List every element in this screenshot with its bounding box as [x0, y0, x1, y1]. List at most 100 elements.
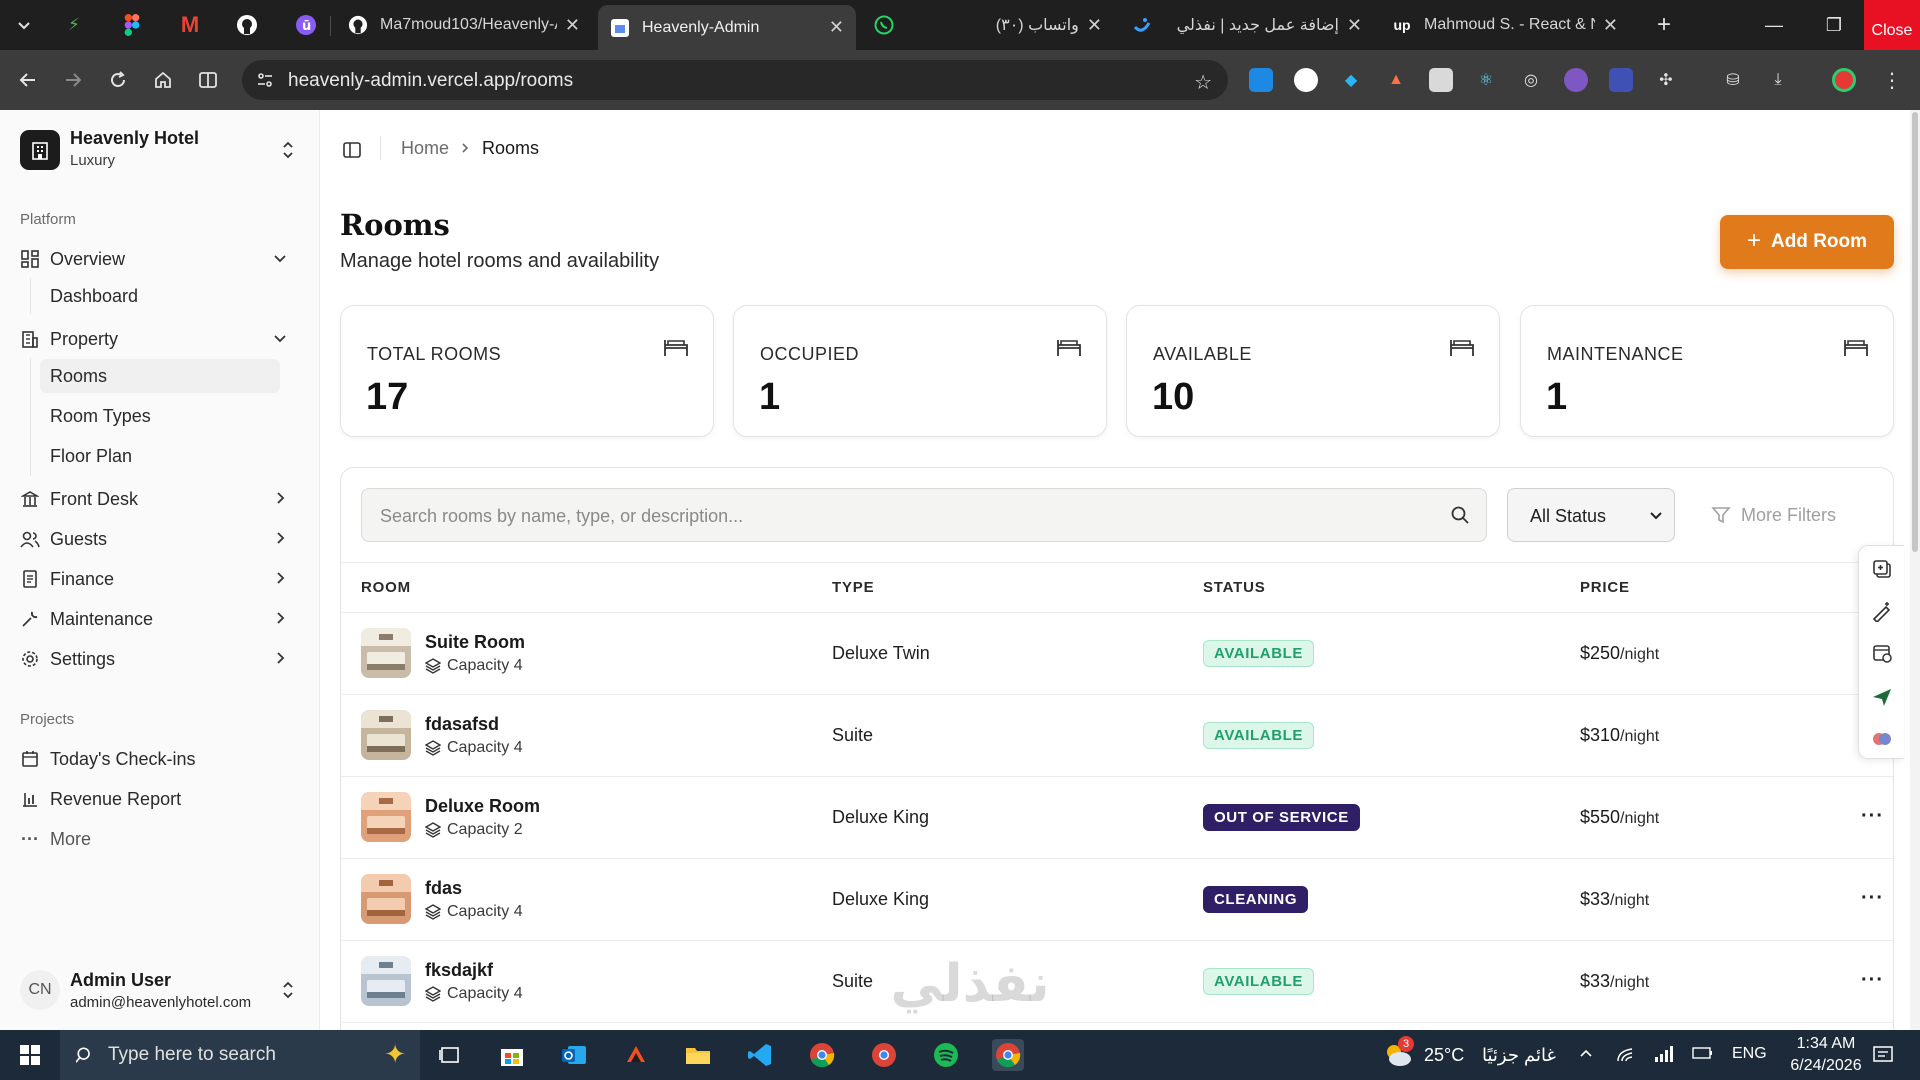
extension-target-icon[interactable]: ◎ [1519, 68, 1543, 92]
vscode-icon[interactable] [744, 1039, 776, 1071]
send-rocket-icon[interactable] [1871, 686, 1895, 710]
extension-wave-icon[interactable] [1609, 68, 1633, 92]
microsoft-store-icon[interactable] [496, 1039, 528, 1071]
row-actions-icon[interactable]: ··· [1861, 969, 1884, 992]
avatar[interactable]: CN [20, 970, 60, 1010]
sidebar-item-dashboard[interactable]: Dashboard [40, 279, 280, 313]
more-filters-button[interactable]: More Filters [1711, 488, 1836, 542]
close-tab-icon[interactable]: ✕ [1087, 15, 1102, 36]
extension-fox-icon[interactable]: ▲ [1384, 68, 1408, 92]
add-room-button[interactable]: + Add Room [1720, 215, 1894, 269]
pinned-tab-purple-icon[interactable]: ū [292, 11, 320, 39]
room-name[interactable]: fdas [425, 878, 462, 899]
close-tab-icon[interactable]: ✕ [565, 15, 580, 36]
extension-brain-icon[interactable] [1564, 68, 1588, 92]
brain-ai-icon[interactable] [1871, 728, 1895, 752]
sidebar-item-settings[interactable]: Settings [16, 641, 304, 677]
taskbar-search-input[interactable]: Type here to search ✦ [60, 1030, 420, 1080]
column-header-price[interactable]: PRICE [1580, 579, 1630, 596]
chrome-alt-icon[interactable] [868, 1039, 900, 1071]
hotel-switcher-icon[interactable] [280, 140, 296, 160]
menu-dots-icon[interactable]: ⋮ [1880, 68, 1904, 92]
extension-diamond-icon[interactable]: ◆ [1339, 68, 1363, 92]
table-row[interactable]: Deluxe Room Capacity 2 Deluxe King OUT OF S… [341, 777, 1893, 859]
address-bar[interactable]: heavenly-admin.vercel.app/rooms ☆ [242, 60, 1228, 100]
extensions-puzzle-icon[interactable]: ✣ [1654, 68, 1678, 92]
app-red-icon[interactable] [620, 1039, 652, 1071]
status-filter-select[interactable]: All Status [1507, 488, 1675, 542]
tray-chevron-up-icon[interactable] [1578, 1045, 1594, 1061]
profile-avatar[interactable] [1832, 68, 1856, 92]
pinned-tab-bolt-icon[interactable]: ⚡ [60, 11, 88, 39]
split-view-icon[interactable] [192, 64, 224, 96]
chrome-icon[interactable] [806, 1039, 838, 1071]
page-scrollbar[interactable] [1910, 110, 1920, 1030]
window-close-button[interactable]: Close [1864, 0, 1920, 50]
extension-square-icon[interactable] [1429, 68, 1453, 92]
sidebar-item-more[interactable]: ··· More [16, 821, 304, 857]
calendar-edit-icon[interactable] [1871, 642, 1895, 666]
edit-sparkle-icon[interactable] [1871, 600, 1895, 624]
sidebar-toggle-icon[interactable] [342, 140, 362, 160]
close-tab-icon[interactable]: ✕ [829, 17, 844, 38]
task-view-icon[interactable] [434, 1039, 466, 1071]
room-name[interactable]: Deluxe Room [425, 796, 540, 817]
sidebar-item-guests[interactable]: Guests [16, 521, 304, 557]
pinned-tab-figma-icon[interactable] [118, 11, 146, 39]
room-name[interactable]: Suite Room [425, 632, 525, 653]
file-explorer-icon[interactable] [682, 1039, 714, 1071]
tab-heavenly-admin[interactable]: Heavenly-Admin ✕ [598, 5, 856, 50]
sidebar-item-rooms[interactable]: Rooms [40, 359, 280, 393]
outlook-icon[interactable] [558, 1039, 590, 1071]
row-actions-icon[interactable]: ··· [1861, 805, 1884, 828]
bookmark-star-icon[interactable]: ☆ [1194, 70, 1212, 95]
sidebar-item-property[interactable]: Property [16, 321, 304, 357]
minimize-button[interactable]: — [1746, 0, 1802, 50]
extension-circle-icon[interactable] [1294, 68, 1318, 92]
room-name[interactable]: fdasafsd [425, 714, 499, 735]
sidebar-item-maintenance[interactable]: Maintenance [16, 601, 304, 637]
tab-whatsapp[interactable]: (٣٠) واتساب ✕ [862, 6, 1114, 44]
home-icon[interactable] [147, 64, 179, 96]
chrome-active-icon[interactable] [992, 1039, 1024, 1071]
windows-start-icon[interactable] [0, 1030, 60, 1080]
pinned-tab-github-icon[interactable] [233, 11, 261, 39]
table-row[interactable]: fdas Capacity 4 Deluxe King CLEANING $33/nig… [341, 859, 1893, 941]
user-menu-icon[interactable] [280, 980, 296, 1000]
sidebar-item-finance[interactable]: Finance [16, 561, 304, 597]
download-icon[interactable]: ⤓ [1766, 68, 1790, 92]
language-indicator[interactable]: ENG [1732, 1045, 1767, 1063]
extension-camera-icon[interactable] [1249, 68, 1273, 92]
incognito-icon[interactable]: ⛁ [1721, 68, 1745, 92]
reload-icon[interactable] [102, 64, 134, 96]
clock[interactable]: 1:34 AM 6/24/2026 [1786, 1035, 1866, 1075]
close-tab-icon[interactable]: ✕ [1347, 15, 1362, 36]
column-header-status[interactable]: STATUS [1203, 579, 1266, 596]
wifi-icon[interactable] [1616, 1045, 1636, 1063]
forward-icon[interactable] [57, 64, 89, 96]
new-tab-button[interactable]: + [1648, 9, 1680, 41]
table-row[interactable]: Suite Room Capacity 4 Deluxe Twin AVAILABLE… [341, 613, 1893, 695]
sidebar-item-revenue-report[interactable]: Revenue Report [16, 781, 304, 817]
tab-nafezly[interactable]: إضافة عمل جديد | نفذلي ✕ [1120, 6, 1374, 44]
tab-search-icon[interactable] [8, 9, 40, 41]
table-row[interactable]: fdasafsd Capacity 4 Suite AVAILABLE $310/nig… [341, 695, 1893, 777]
table-row[interactable]: fksdajkf Capacity 4 Suite AVAILABLE $33/nigh… [341, 941, 1893, 1023]
back-icon[interactable] [12, 64, 44, 96]
signal-icon[interactable] [1654, 1045, 1674, 1063]
breadcrumb-home-link[interactable]: Home [401, 138, 449, 159]
pinned-tab-gmail-icon[interactable]: M [176, 11, 204, 39]
tab-github-repo[interactable]: Ma7moud103/Heavenly-A ✕ [336, 6, 592, 44]
row-actions-icon[interactable]: ··· [1861, 887, 1884, 910]
sidebar-item-overview[interactable]: Overview [16, 241, 304, 277]
battery-icon[interactable] [1692, 1045, 1714, 1061]
tab-upwork[interactable]: up Mahmoud S. - React & Ne ✕ [1380, 6, 1630, 44]
room-name[interactable]: fksdajkf [425, 960, 493, 981]
close-tab-icon[interactable]: ✕ [1603, 15, 1618, 36]
sidebar-item-floor-plan[interactable]: Floor Plan [40, 439, 280, 473]
copy-icon[interactable] [1871, 558, 1895, 582]
extension-react-icon[interactable]: ⚛ [1474, 68, 1498, 92]
sidebar-item-room-types[interactable]: Room Types [40, 399, 280, 433]
column-header-room[interactable]: ROOM [361, 579, 411, 596]
sidebar-item-front-desk[interactable]: Front Desk [16, 481, 304, 517]
